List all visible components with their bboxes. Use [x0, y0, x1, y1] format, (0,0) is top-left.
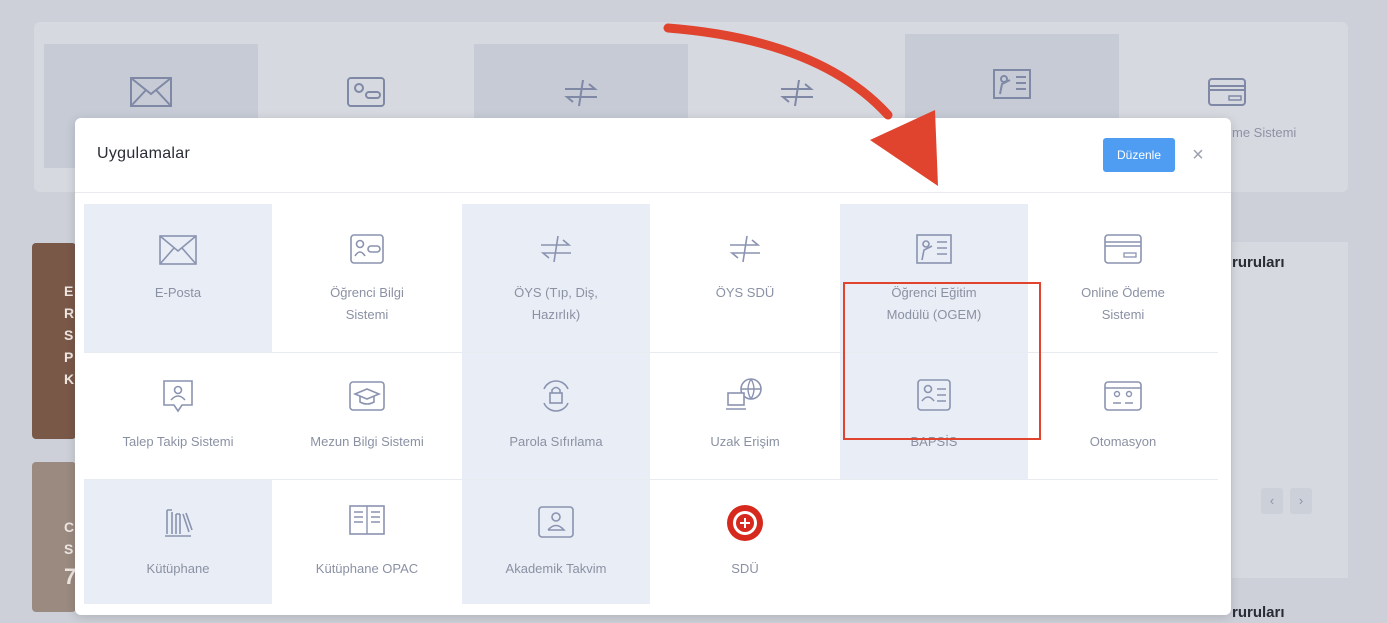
- envelope-icon: [159, 235, 197, 265]
- university-seal-icon: [727, 505, 763, 541]
- background-side-panel: [1232, 242, 1348, 578]
- app-tile-label: Akademik Takvim: [505, 561, 607, 576]
- app-tile-label: Uzak Erişim: [710, 434, 780, 449]
- app-tile-kutuphane-opac[interactable]: Kütüphane OPAC: [273, 480, 461, 604]
- background-next-button[interactable]: ›: [1290, 488, 1312, 514]
- app-tile-sdu[interactable]: SDÜ: [651, 480, 839, 604]
- books-icon: [165, 509, 193, 537]
- app-tile-oys-sdu[interactable]: ÖYS SDÜ: [651, 204, 839, 352]
- student-card-icon: [350, 234, 384, 264]
- background-tile-label: me Sistemi: [1232, 125, 1297, 140]
- app-tile-uzak-erisim[interactable]: Uzak Erişim: [651, 353, 839, 479]
- open-book-icon: [349, 505, 385, 535]
- close-icon[interactable]: ×: [1185, 142, 1211, 168]
- graduation-cap-icon: [349, 381, 385, 411]
- swap-arrows-icon: [729, 235, 761, 263]
- user-calendar-icon: [538, 506, 574, 538]
- app-tile-label: Öğrenci Bilgi Sistemi: [330, 285, 404, 322]
- app-tile-label: Otomasyon: [1089, 434, 1157, 449]
- modal-header: Uygulamalar Düzenle ×: [75, 118, 1231, 193]
- app-tile-label: E-Posta: [154, 285, 202, 300]
- app-tile-ogrenci-bilgi-sistemi[interactable]: Öğrenci Bilgi Sistemi: [273, 204, 461, 352]
- app-tile-oys-tip[interactable]: ÖYS (Tıp, Diş, Hazırlık): [462, 204, 650, 352]
- app-tile-label: ÖYS (Tıp, Diş, Hazırlık): [514, 285, 598, 322]
- app-tile-label: Kütüphane: [146, 561, 210, 576]
- app-tile-online-odeme[interactable]: Online Ödeme Sistemi: [1029, 204, 1217, 352]
- swap-arrows-icon: [564, 79, 598, 107]
- app-tile-otomasyon[interactable]: Otomasyon: [1029, 353, 1217, 479]
- app-tile-kutuphane[interactable]: Kütüphane: [84, 480, 272, 604]
- remote-globe-icon: [726, 378, 762, 410]
- student-card-icon: [347, 77, 385, 107]
- app-tile-label: ÖYS SDÜ: [715, 285, 775, 300]
- app-tile-label: SDÜ: [731, 561, 759, 576]
- background-section-title: ruruları: [1232, 254, 1285, 271]
- teacher-board-icon: [993, 69, 1031, 99]
- app-tile-label: Kütüphane OPAC: [315, 561, 419, 576]
- app-tile-label: Parola Sıfırlama: [509, 434, 603, 449]
- app-tile-parola-sifirlama[interactable]: Parola Sıfırlama: [462, 353, 650, 479]
- teacher-board-icon: [916, 234, 952, 264]
- app-tile-e-posta[interactable]: E-Posta: [84, 204, 272, 352]
- app-tile-label: Online Ödeme Sistemi: [1081, 285, 1165, 322]
- users-panel-icon: [1104, 381, 1142, 411]
- swap-arrows-icon: [780, 79, 814, 107]
- modal-title: Uygulamalar: [97, 145, 191, 162]
- lock-reset-icon: [543, 380, 569, 412]
- applications-modal: Uygulamalar Düzenle × E-Posta Öğrenci Bi…: [75, 118, 1231, 615]
- background-section-title: ruruları: [1232, 604, 1285, 621]
- app-tile-label: Talep Takip Sistemi: [122, 434, 234, 449]
- credit-card-icon: [1104, 234, 1142, 264]
- background-news-text: E R S P K: [64, 283, 75, 387]
- user-chat-icon: [163, 380, 193, 413]
- background-prev-button[interactable]: ‹: [1261, 488, 1283, 514]
- swap-arrows-icon: [540, 235, 572, 263]
- app-tile-akademik-takvim[interactable]: Akademik Takvim: [462, 480, 650, 604]
- app-tile-talep-takip[interactable]: Talep Takip Sistemi: [84, 353, 272, 479]
- edit-button[interactable]: Düzenle: [1103, 138, 1175, 172]
- app-tile-mezun-bilgi[interactable]: Mezun Bilgi Sistemi: [273, 353, 461, 479]
- envelope-icon: [130, 77, 172, 107]
- credit-card-icon: [1208, 78, 1246, 106]
- app-tile-label: Mezun Bilgi Sistemi: [310, 434, 424, 449]
- ogem-highlight-box: [843, 282, 1041, 440]
